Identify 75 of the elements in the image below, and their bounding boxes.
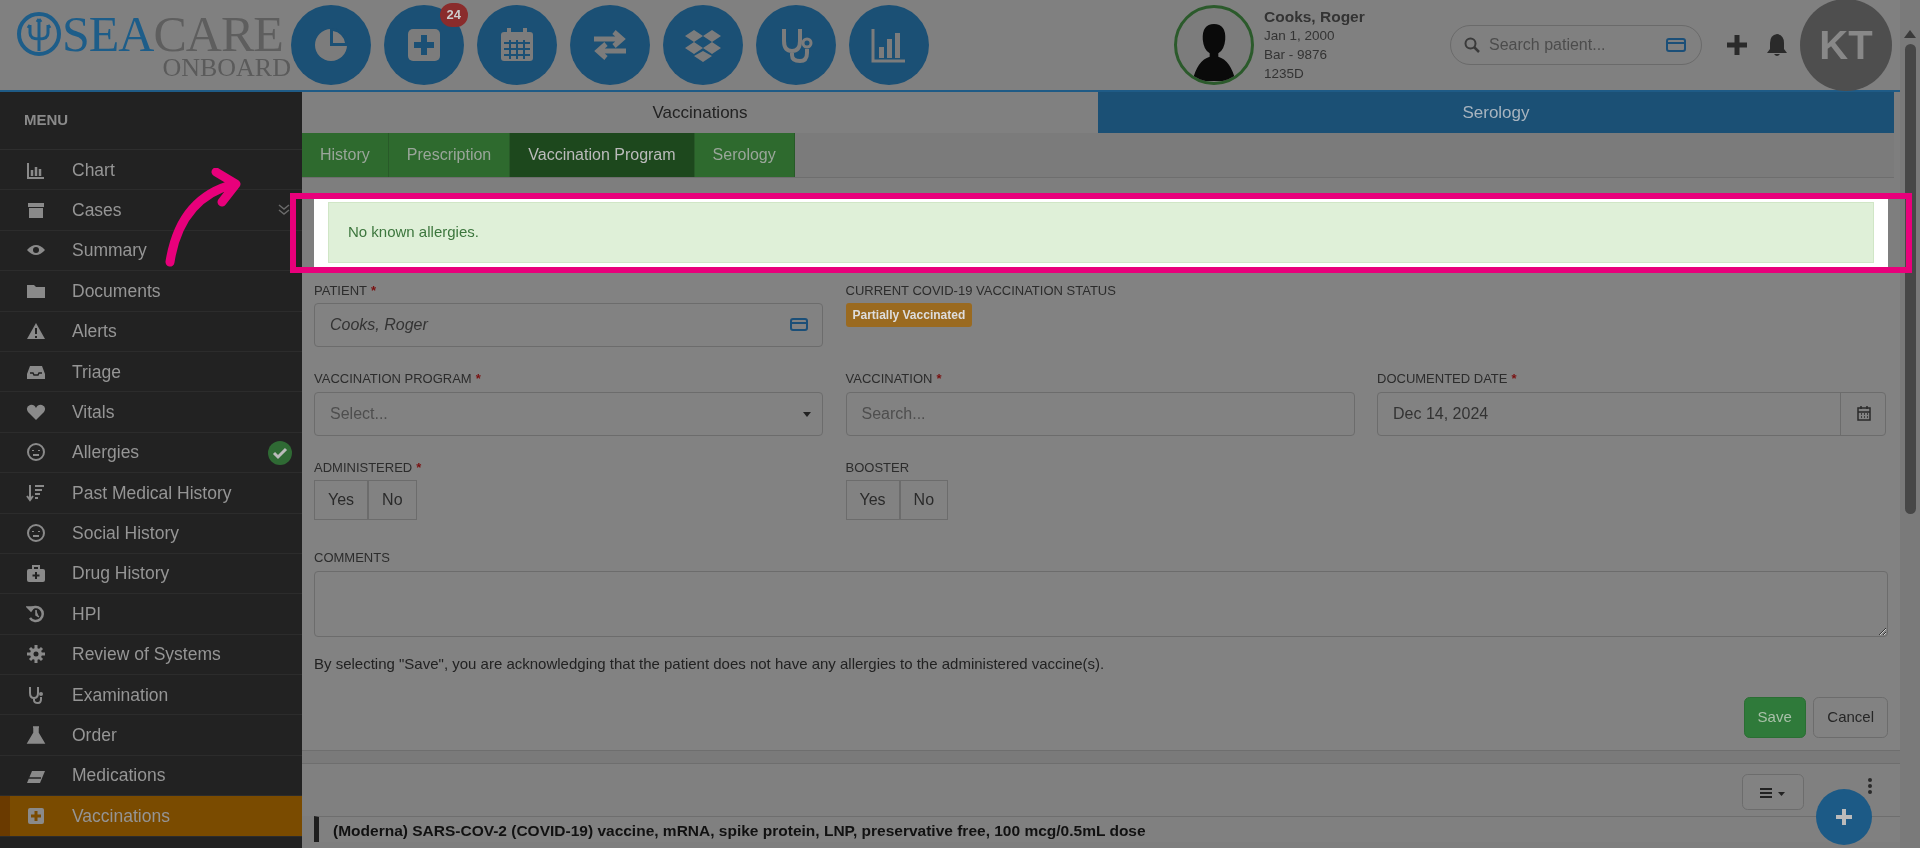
notification-badge: 24 (439, 3, 468, 27)
patient-name: Cooks, Roger (1264, 7, 1366, 26)
sub-tab[interactable]: Vaccination Program (510, 133, 695, 177)
sidebar-item[interactable]: Triage (0, 351, 302, 393)
field-label: PATIENT * (314, 281, 378, 300)
sidebar-item[interactable]: Summary (0, 230, 302, 272)
field-label: VACCINATION * (845, 370, 943, 388)
field-label: COMMENTS (314, 549, 391, 567)
history-icon (26, 604, 46, 624)
trident-logo-icon (16, 11, 62, 57)
plus-icon (1835, 808, 1853, 826)
option-button[interactable]: No (899, 480, 949, 520)
gear-icon (26, 644, 46, 665)
option-button[interactable]: Yes (845, 480, 900, 520)
search-icon (1464, 37, 1480, 53)
sidebar-item[interactable]: Review of Systems (0, 634, 302, 676)
sidebar-item[interactable]: Vitals (0, 392, 302, 433)
field-label: VACCINATION PROGRAM * (314, 370, 482, 388)
calendar-icon (1856, 406, 1871, 421)
patient-dob: Jan 1, 2000 (1264, 27, 1336, 45)
record-title[interactable]: (Moderna) SARS-COV-2 (COVID-19) vaccine, mRNA, spike protein, LNP, preservative free, 100 mcg/0.5mL dose (314, 816, 1900, 843)
sort-list-icon (26, 482, 46, 503)
caret-icon (803, 411, 811, 417)
required-mark: * (370, 282, 377, 298)
date-field[interactable]: Dec 14, 2024 (1377, 391, 1886, 436)
patient-field[interactable]: Cooks, Roger (314, 303, 823, 347)
field-label: BOOSTER (845, 458, 911, 477)
stethoscope-icon (26, 684, 46, 705)
sidebar-item[interactable]: Past Medical History (0, 473, 302, 514)
sidebar-item[interactable]: Alerts (0, 311, 302, 352)
heart-icon (26, 402, 46, 423)
sidebar-item[interactable]: Examination (0, 675, 302, 716)
sidebar-item[interactable]: Order (0, 715, 302, 756)
patient-id: 1235D (1264, 65, 1305, 83)
sidebar-item[interactable]: Allergies (0, 432, 302, 474)
allergy-alert: No known allergies. (328, 202, 1874, 263)
required-mark: * (1511, 371, 1517, 386)
face-icon (26, 442, 46, 463)
face-icon (26, 523, 46, 544)
medkit-icon (26, 563, 46, 584)
option-button[interactable]: Yes (314, 480, 369, 520)
bell-icon[interactable] (1766, 33, 1788, 57)
option-button[interactable]: No (368, 480, 417, 520)
required-mark: * (475, 371, 481, 386)
archive-icon (26, 200, 46, 221)
warning-icon (26, 321, 46, 342)
list-caret-icon (1760, 786, 1786, 799)
comments-field[interactable] (314, 570, 1888, 637)
card-icon (790, 318, 808, 331)
required-mark: * (936, 371, 942, 386)
field-label: DOCUMENTED DATE * (1377, 370, 1518, 388)
medical-plus-icon (26, 805, 46, 826)
double-chevron-down-icon[interactable] (278, 204, 290, 217)
patient-bar-number: Bar - 9876 (1264, 46, 1329, 64)
sidebar-item[interactable]: HPI (0, 594, 302, 635)
sidebar-item[interactable]: Documents (0, 271, 302, 312)
tab[interactable]: Serology (1098, 92, 1894, 133)
required-mark: * (416, 459, 422, 475)
sidebar-item[interactable]: Social History (0, 513, 302, 554)
kebab-menu-icon[interactable] (1868, 778, 1872, 794)
field-label: ADMINISTERED * (314, 458, 423, 477)
scrollbar-thumb[interactable] (1904, 44, 1916, 514)
list-menu-button[interactable] (1742, 774, 1804, 810)
scroll-up-arrow-icon[interactable] (1904, 30, 1916, 38)
status-badge: Partially Vaccinated (845, 303, 973, 327)
cancel-button[interactable]: Cancel (1813, 697, 1888, 738)
sidebar-item[interactable]: Chart (0, 150, 302, 191)
flask-icon (26, 725, 46, 746)
save-button[interactable]: Save (1743, 697, 1806, 738)
plus-icon[interactable] (1726, 34, 1748, 56)
save-note: By selecting "Save", you are acknowledging that the patient does not have any allergies to the administered vaccine(s). (314, 653, 1106, 674)
field-label: CURRENT COVID-19 VACCINATION STATUS (845, 281, 1116, 300)
sidebar-item[interactable]: Drug History (0, 553, 302, 595)
card-icon[interactable] (1666, 38, 1686, 52)
sidebar-item[interactable]: Cases (0, 190, 302, 231)
